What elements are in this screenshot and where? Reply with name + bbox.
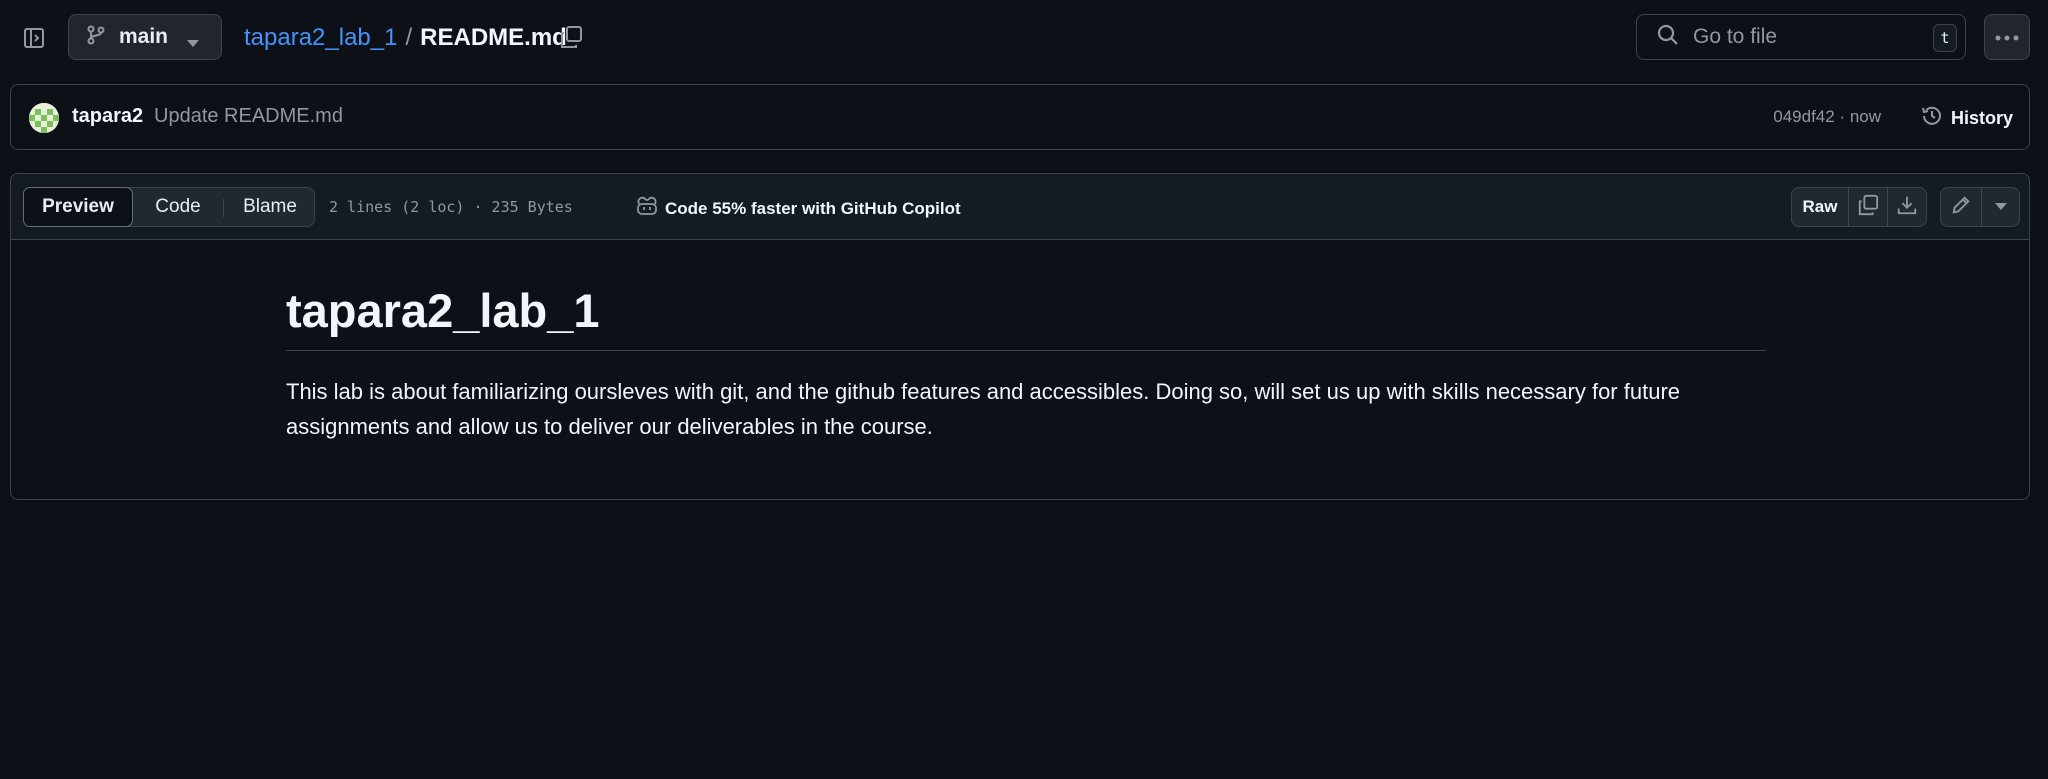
copilot-promo-label: Code 55% faster with GitHub Copilot [665,198,961,218]
branch-selector-button[interactable]: main [68,14,222,60]
breadcrumb-repo-link[interactable]: tapara2_lab_1 [244,24,397,52]
breadcrumb-separator: / [405,24,413,51]
view-mode-tabs: Preview Code Blame [23,187,315,227]
copilot-icon [635,195,659,222]
branch-name: main [119,25,169,48]
tab-blame[interactable]: Blame [226,188,314,226]
readme-title: tapara2_lab_1 [286,284,1766,352]
commit-time: now [1849,107,1881,126]
file-viewer: Preview Code Blame 2 lines (2 loc) · 235… [10,173,2030,500]
edit-menu-button[interactable] [1981,188,2019,226]
commit-message-link[interactable]: Update README.md [154,105,343,128]
copy-path-icon[interactable] [556,22,586,52]
go-to-file-input[interactable]: Go to file t [1636,14,1966,60]
history-label: History [1950,107,2013,128]
readme-paragraph: This lab is about familiarizing oursleve… [286,379,1681,440]
download-icon [1896,194,1918,221]
history-icon [1921,105,1943,132]
readme-content: tapara2_lab_1 This lab is about familiar… [286,284,1766,444]
raw-button-label: Raw [1802,197,1838,216]
file-stats: 2 lines (2 loc) · 235 Bytes [329,198,573,216]
copy-raw-button[interactable] [1848,188,1887,226]
kebab-horizontal-icon [1995,28,2019,46]
raw-button[interactable]: Raw [1792,188,1848,226]
breadcrumb-file-name: README.md [420,24,567,51]
sidebar-expand-icon[interactable] [18,22,50,54]
triangle-down-icon [1994,198,2007,216]
raw-actions-group: Raw [1791,187,1927,227]
tab-preview[interactable]: Preview [23,187,133,227]
edit-file-button[interactable] [1941,188,1981,226]
tab-divider [223,199,224,217]
commit-meta: 049df42 · now [1773,107,1881,127]
history-button[interactable]: History [1921,101,2013,135]
copilot-promo-link[interactable]: Code 55% faster with GitHub Copilot [635,195,961,222]
search-icon [1657,24,1679,51]
go-to-file-placeholder: Go to file [1693,25,1778,48]
download-button[interactable] [1887,188,1926,226]
latest-commit-bar: tapara2 Update README.md 049df42 · now H… [10,84,2030,150]
commit-meta-separator: · [1834,107,1850,126]
avatar[interactable] [29,103,59,133]
more-options-button[interactable] [1984,14,2030,60]
keyboard-shortcut-hint: t [1933,24,1957,52]
commit-author-link[interactable]: tapara2 [72,105,143,128]
breadcrumb: tapara2_lab_1 / README.md [244,22,567,54]
chevron-down-icon [187,35,199,53]
commit-sha-link[interactable]: 049df42 [1773,107,1834,126]
pencil-icon [1950,194,1972,221]
file-navigation-bar: main tapara2_lab_1 / README.md Go to fil… [0,0,2048,76]
copy-icon [1857,194,1879,221]
tab-code[interactable]: Code [136,188,220,226]
file-header: Preview Code Blame 2 lines (2 loc) · 235… [11,174,2029,240]
edit-actions-group [1940,187,2020,227]
git-branch-icon [87,25,105,50]
